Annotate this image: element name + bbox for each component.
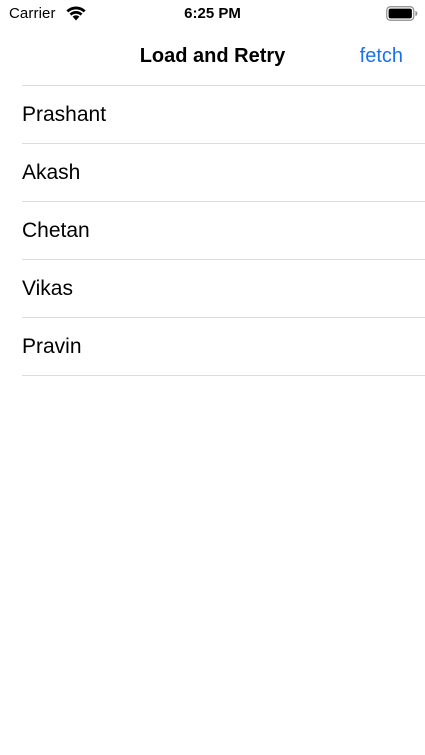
list-item[interactable]: Pravin	[0, 318, 425, 376]
list-item-label: Chetan	[22, 219, 90, 242]
list-item[interactable]: Chetan	[0, 202, 425, 260]
navigation-bar: Load and Retry fetch	[0, 28, 425, 84]
battery-full-icon	[386, 6, 418, 21]
list-item-label: Prashant	[22, 103, 107, 126]
fetch-button[interactable]: fetch	[360, 43, 403, 69]
status-time: 6:25 PM	[184, 5, 241, 22]
status-bar: Carrier 6:25 PM	[0, 0, 425, 28]
list-item[interactable]: Prashant	[0, 86, 425, 144]
names-list: Prashant Akash Chetan Vikas Pravin	[0, 86, 425, 376]
list-item-label: Akash	[22, 161, 81, 184]
list-item[interactable]: Akash	[0, 144, 425, 202]
list-item-label: Vikas	[22, 277, 73, 300]
list-item[interactable]: Vikas	[0, 260, 425, 318]
row-separator	[22, 375, 425, 376]
list-item-label: Pravin	[22, 335, 82, 358]
